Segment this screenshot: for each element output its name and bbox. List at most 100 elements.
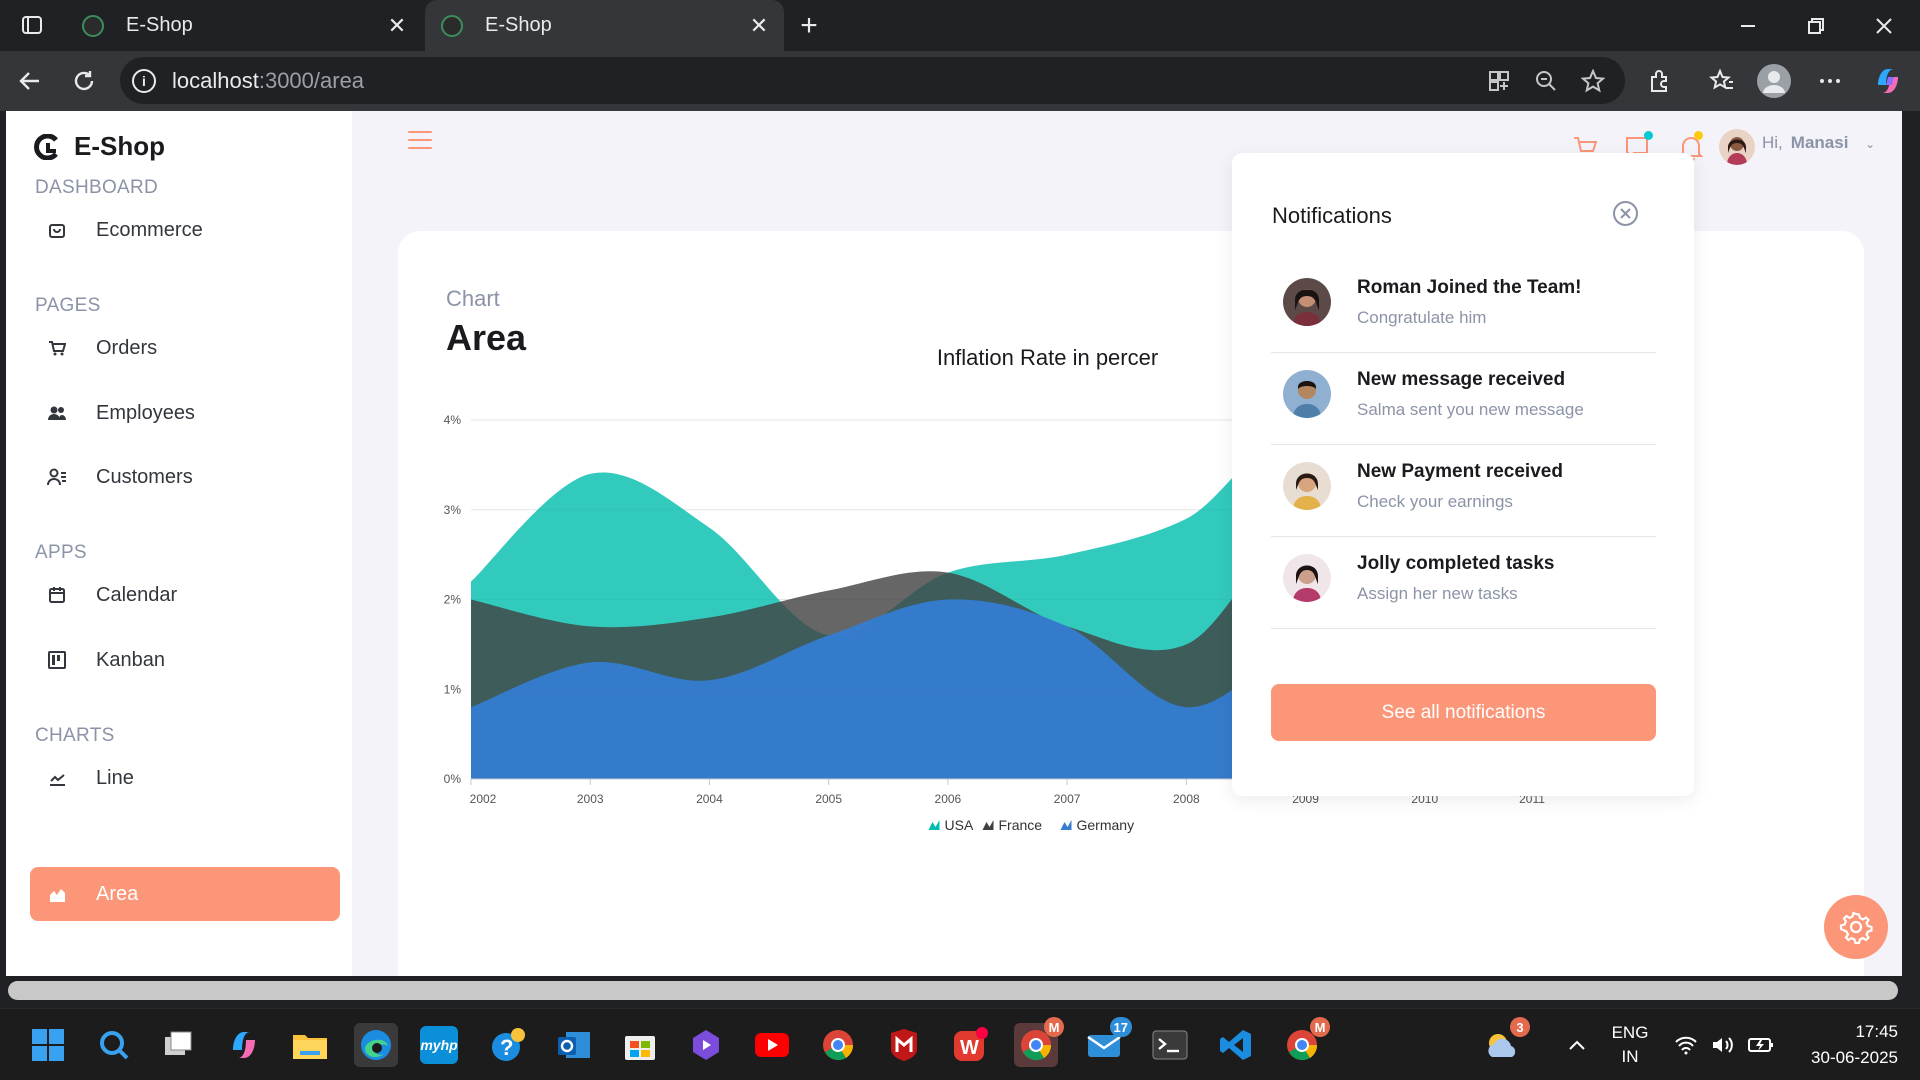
chrome-alt-badge: M [1310, 1017, 1330, 1037]
clock-date: 30-06-2025 [1811, 1048, 1898, 1067]
chrome-profile-icon[interactable]: M [1014, 1017, 1064, 1067]
sidebar-item-ecommerce[interactable]: Ecommerce [30, 203, 340, 257]
sidebar-item-kanban[interactable]: Kanban [30, 633, 340, 687]
chrome-icon[interactable] [816, 1023, 860, 1067]
restore-button[interactable] [1782, 0, 1850, 51]
url-host: localhost [172, 67, 259, 93]
close-tab-icon[interactable]: ✕ [744, 13, 774, 39]
sidebar-item-customers[interactable]: Customers [30, 450, 340, 504]
legend-area-icon [1060, 820, 1072, 830]
chrome-alt-icon[interactable]: M [1280, 1017, 1330, 1067]
notification-title: Jolly completed tasks [1357, 553, 1555, 574]
notification-title: New message received [1357, 369, 1566, 390]
menu-toggle-icon[interactable] [408, 131, 432, 151]
extensions-icon[interactable] [1638, 59, 1682, 103]
notification-subtitle: Assign her new tasks [1357, 584, 1518, 603]
profile-avatar-icon[interactable] [1752, 59, 1796, 103]
scrollbar-thumb[interactable] [8, 981, 1898, 1000]
taskbar-clock[interactable]: 17:45 30-06-2025 [1811, 1019, 1898, 1071]
youtube-icon[interactable] [750, 1023, 794, 1067]
notification-item[interactable]: Roman Joined the Team! Congratulate him [1271, 261, 1656, 353]
avatar [1283, 462, 1331, 510]
x-tick-label: 2002 [470, 792, 497, 806]
section-dashboard: DASHBOARD [35, 177, 159, 198]
legend-label: Germany [1077, 817, 1135, 833]
browser-tab-bar: E-Shop ✕ E-Shop ✕ + [0, 0, 1920, 51]
sidebar-item-line[interactable]: Line [30, 751, 340, 805]
chart-title: Inflation Rate in percer [937, 345, 1158, 370]
tab-actions-icon[interactable] [10, 3, 54, 47]
notification-subtitle: Salma sent you new message [1357, 400, 1584, 419]
notification-title: Roman Joined the Team! [1357, 277, 1582, 298]
user-greeting[interactable]: Hi, Manasi ⌄ [1762, 133, 1875, 153]
show-hidden-icons-chevron-icon[interactable] [1562, 1009, 1592, 1080]
close-window-button[interactable] [1850, 0, 1918, 51]
reload-icon[interactable] [62, 59, 106, 103]
see-all-notifications-button[interactable]: See all notifications [1271, 684, 1656, 741]
outlook-icon[interactable] [552, 1023, 596, 1067]
site-info-icon[interactable]: i [132, 68, 156, 93]
input-language[interactable]: ENG IN [1608, 1009, 1652, 1080]
sidebar-item-orders[interactable]: Orders [30, 321, 340, 375]
notification-subtitle: Congratulate him [1357, 308, 1487, 327]
terminal-icon[interactable] [1148, 1023, 1192, 1067]
tab-active[interactable]: E-Shop ✕ [425, 0, 784, 51]
tab-title: E-Shop [485, 14, 552, 36]
search-icon[interactable] [92, 1023, 136, 1067]
apps-icon[interactable] [1485, 67, 1513, 95]
notification-item[interactable]: New Payment received Check your earnings [1271, 445, 1656, 537]
get-help-icon[interactable]: ? [486, 1023, 530, 1067]
mail-app-icon[interactable]: 17 [1082, 1017, 1132, 1067]
zoom-icon[interactable] [1532, 67, 1560, 95]
gear-icon [1839, 911, 1873, 944]
minimize-button[interactable] [1714, 0, 1782, 51]
sidebar-item-employees[interactable]: Employees [30, 386, 340, 440]
system-tray[interactable] [1674, 1009, 1774, 1080]
weather-icon[interactable]: 3 [1480, 1017, 1530, 1067]
settings-gear-button[interactable] [1824, 895, 1888, 959]
x-tick-label: 2003 [577, 792, 604, 806]
kanban-icon [46, 649, 68, 671]
vscode-icon[interactable] [1214, 1023, 1258, 1067]
address-bar[interactable]: i localhost:3000/area [120, 57, 1625, 104]
sidebar-item-area[interactable]: Area [30, 867, 340, 921]
section-pages: PAGES [35, 295, 101, 316]
legend-label: France [999, 817, 1043, 833]
url-text: localhost:3000/area [172, 68, 364, 94]
clipchamp-icon[interactable] [684, 1023, 728, 1067]
user-avatar[interactable] [1719, 129, 1755, 165]
bell-indicator-dot [1694, 131, 1703, 140]
notification-item[interactable]: New message received Salma sent you new … [1271, 353, 1656, 445]
close-tab-icon[interactable]: ✕ [382, 13, 412, 39]
start-windows-icon[interactable] [26, 1023, 70, 1067]
svg-text:?: ? [500, 1035, 513, 1060]
cart-icon [46, 337, 68, 359]
microsoft-store-icon[interactable] [618, 1023, 662, 1067]
myhp-icon[interactable]: my hp [420, 1026, 458, 1064]
back-icon[interactable] [8, 59, 52, 103]
file-explorer-icon[interactable] [288, 1023, 332, 1067]
more-menu-icon[interactable] [1808, 59, 1852, 103]
x-tick-label: 2008 [1173, 792, 1200, 806]
sidebar-item-calendar[interactable]: Calendar [30, 568, 340, 622]
legend-label: USA [945, 817, 974, 833]
calendar-icon [46, 584, 68, 606]
copilot-app-icon[interactable] [222, 1023, 266, 1067]
notifications-panel: Notifications Roman Joined the Team! Con… [1232, 153, 1694, 796]
mcafee-icon[interactable] [882, 1023, 926, 1067]
new-tab-button[interactable]: + [780, 0, 838, 51]
notification-item[interactable]: Jolly completed tasks Assign her new tas… [1271, 537, 1656, 629]
wps-office-icon[interactable]: W [948, 1023, 992, 1067]
task-view-icon[interactable] [156, 1023, 200, 1067]
edge-browser-icon[interactable] [354, 1023, 398, 1067]
close-circle-icon[interactable] [1612, 200, 1639, 227]
windows-taskbar: my hp ? W M 17 M 3 ENG IN 17:45 30-06-20… [0, 1008, 1920, 1080]
favorite-star-icon[interactable] [1579, 67, 1607, 95]
tab-inactive[interactable]: E-Shop ✕ [66, 0, 422, 51]
battery-charging-icon [1748, 1038, 1773, 1052]
brand[interactable]: E-Shop [34, 131, 165, 162]
favorites-icon[interactable] [1700, 59, 1744, 103]
horizontal-scrollbar[interactable] [6, 976, 1902, 1004]
sidebar-item-label: Kanban [96, 648, 165, 671]
copilot-icon[interactable] [1866, 59, 1910, 103]
